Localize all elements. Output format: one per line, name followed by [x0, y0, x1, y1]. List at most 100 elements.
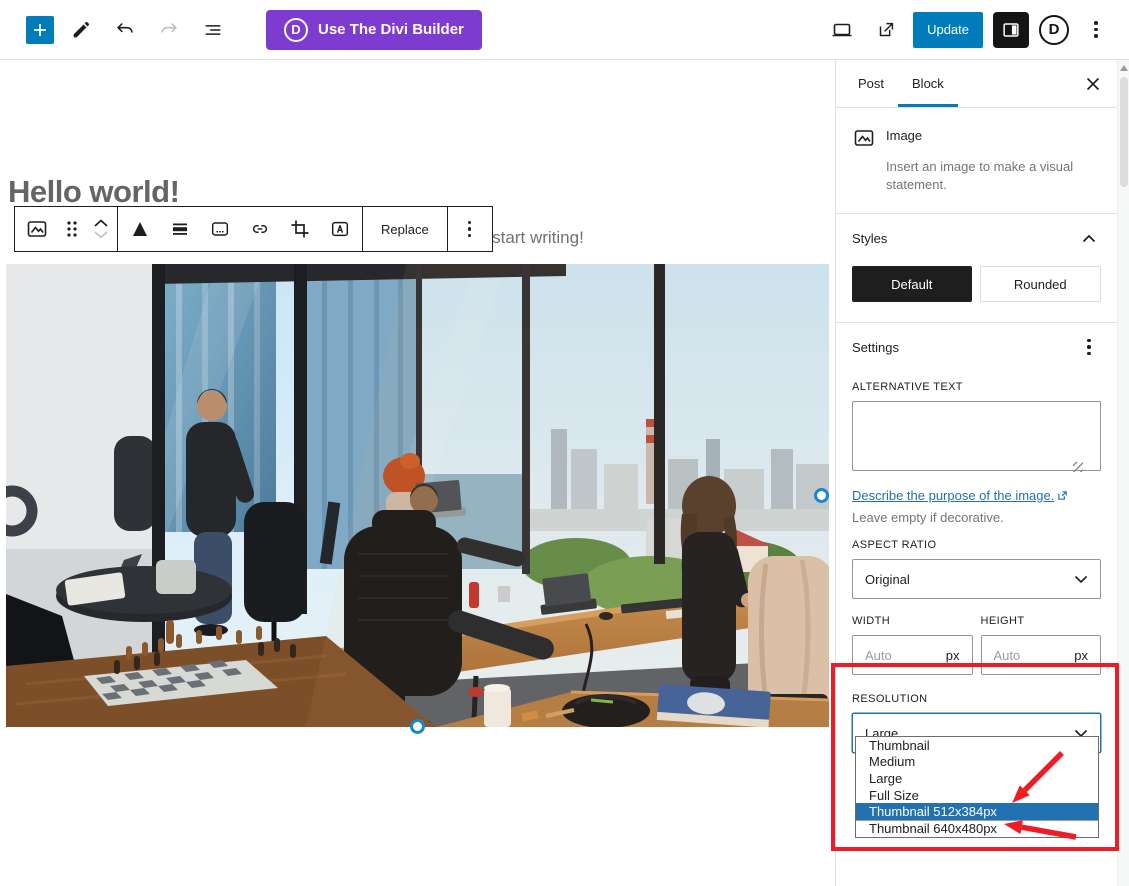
- link-button[interactable]: [240, 207, 280, 251]
- resolution-label: RESOLUTION: [852, 693, 1101, 705]
- drag-dots-icon: [64, 219, 80, 239]
- tab-block[interactable]: Block: [898, 60, 958, 107]
- styles-panel-header: Styles: [836, 214, 1117, 262]
- resolution-option-full-size[interactable]: Full Size: [856, 787, 1098, 804]
- pencil-icon: [70, 19, 92, 41]
- kebab-icon: [1094, 21, 1098, 25]
- resolution-option-thumbnail-640x480[interactable]: Thumbnail 640x480px: [856, 820, 1098, 837]
- resolution-option-thumbnail-512x384[interactable]: Thumbnail 512x384px: [856, 803, 1098, 820]
- boxed-a-icon: [329, 218, 351, 240]
- aspect-ratio-label: ASPECT RATIO: [852, 539, 1101, 551]
- update-button[interactable]: Update: [913, 12, 983, 48]
- close-icon: [1086, 77, 1100, 91]
- post-title-heading[interactable]: Hello world!: [8, 174, 179, 210]
- editor-top-bar: D Use The Divi Builder Update D: [0, 0, 1129, 60]
- kebab-icon: [1087, 339, 1091, 343]
- resolution-option-medium[interactable]: Medium: [856, 754, 1098, 771]
- duotone-triangle-icon: [130, 219, 150, 239]
- align-lines-icon: [170, 219, 190, 239]
- alt-text-label: ALTERNATIVE TEXT: [852, 381, 1101, 393]
- block-card: Image Insert an image to make a visual s…: [836, 108, 1117, 213]
- collapse-styles-button[interactable]: [1077, 226, 1101, 250]
- alt-text-note: Leave empty if decorative.: [852, 510, 1101, 525]
- resolution-option-large[interactable]: Large: [856, 770, 1098, 787]
- replace-button[interactable]: Replace: [365, 207, 445, 251]
- paragraph-block-fragment[interactable]: n start writing!: [478, 228, 584, 248]
- align-button[interactable]: [160, 207, 200, 251]
- crop-icon: [290, 219, 310, 239]
- image-icon: [25, 217, 49, 241]
- resolution-dropdown: Thumbnail Medium Large Full Size Thumbna…: [855, 736, 1099, 838]
- block-inserter-button[interactable]: [26, 16, 54, 44]
- settings-panel-toggle-button[interactable]: [993, 12, 1029, 48]
- office-photo-illustration: [6, 264, 829, 727]
- external-link-icon: [1057, 490, 1068, 501]
- chevron-up-icon: [93, 218, 109, 228]
- height-input[interactable]: [994, 648, 1075, 663]
- block-type-image-button[interactable]: [17, 207, 57, 251]
- caption-button[interactable]: [200, 207, 240, 251]
- list-view-icon: [202, 19, 224, 41]
- image-resize-handle-right[interactable]: [814, 488, 829, 503]
- image-purpose-link[interactable]: Describe the purpose of the image.: [852, 488, 1068, 503]
- redo-icon: [158, 19, 180, 41]
- link-chain-icon: [249, 218, 271, 240]
- kebab-icon: [468, 221, 472, 225]
- style-rounded-button[interactable]: Rounded: [980, 266, 1102, 302]
- preview-button[interactable]: [825, 13, 859, 47]
- post-image[interactable]: [6, 264, 829, 727]
- width-input[interactable]: [865, 648, 946, 663]
- scrollbar-thumb[interactable]: [1120, 77, 1128, 187]
- settings-title: Settings: [852, 340, 899, 355]
- move-up-button[interactable]: [93, 218, 109, 228]
- plus-icon: [30, 20, 50, 40]
- divi-logo-icon: D: [284, 18, 308, 42]
- block-card-title: Image: [886, 126, 1101, 150]
- chevron-down-icon: [93, 230, 109, 240]
- external-link-icon: [875, 19, 897, 41]
- tab-post[interactable]: Post: [844, 60, 898, 107]
- width-field: px: [852, 635, 973, 675]
- duotone-filter-button[interactable]: [120, 207, 160, 251]
- close-sidebar-button[interactable]: [1081, 72, 1105, 96]
- sidebar-toggle-icon: [1000, 19, 1022, 41]
- divi-options-button[interactable]: D: [1039, 15, 1069, 45]
- aspect-ratio-select[interactable]: Original: [852, 559, 1101, 599]
- undo-button[interactable]: [108, 13, 142, 47]
- editor-canvas: Hello world! n start writing!: [0, 60, 835, 886]
- settings-options-button[interactable]: [1077, 335, 1101, 359]
- resolution-option-thumbnail[interactable]: Thumbnail: [856, 737, 1098, 754]
- redo-button[interactable]: [152, 13, 186, 47]
- scroll-up-arrow-icon[interactable]: [1120, 65, 1128, 71]
- text-over-image-button[interactable]: [320, 207, 360, 251]
- style-options: Default Rounded: [836, 262, 1117, 322]
- view-post-button[interactable]: [869, 13, 903, 47]
- image-block-icon: [852, 126, 886, 150]
- styles-title: Styles: [852, 231, 887, 246]
- chevron-down-icon: [1074, 575, 1088, 584]
- laptop-icon: [830, 18, 854, 42]
- style-default-button[interactable]: Default: [852, 266, 972, 302]
- image-block-toolbar: Replace: [14, 206, 493, 252]
- drag-handle[interactable]: [57, 207, 87, 251]
- alt-text-input[interactable]: [852, 401, 1101, 471]
- height-field: px: [981, 635, 1102, 675]
- edit-mode-button[interactable]: [64, 13, 98, 47]
- move-down-button[interactable]: [93, 230, 109, 240]
- image-resize-handle-bottom[interactable]: [410, 719, 425, 734]
- caption-icon: [209, 218, 231, 240]
- settings-panel-header: Settings: [836, 323, 1117, 371]
- block-card-description: Insert an image to make a visual stateme…: [886, 158, 1101, 193]
- sidebar-scrollbar[interactable]: [1117, 60, 1129, 886]
- crop-button[interactable]: [280, 207, 320, 251]
- use-divi-builder-button[interactable]: D Use The Divi Builder: [266, 10, 482, 50]
- undo-icon: [114, 19, 136, 41]
- options-menu-button[interactable]: [1079, 13, 1113, 47]
- height-unit: px: [1074, 648, 1088, 663]
- width-label: WIDTH: [852, 615, 973, 627]
- block-options-button[interactable]: [450, 207, 490, 251]
- document-overview-button[interactable]: [196, 13, 230, 47]
- width-unit: px: [946, 648, 960, 663]
- divi-builder-label: Use The Divi Builder: [318, 21, 464, 38]
- settings-sidebar: Post Block Image Insert an image to make…: [835, 60, 1117, 886]
